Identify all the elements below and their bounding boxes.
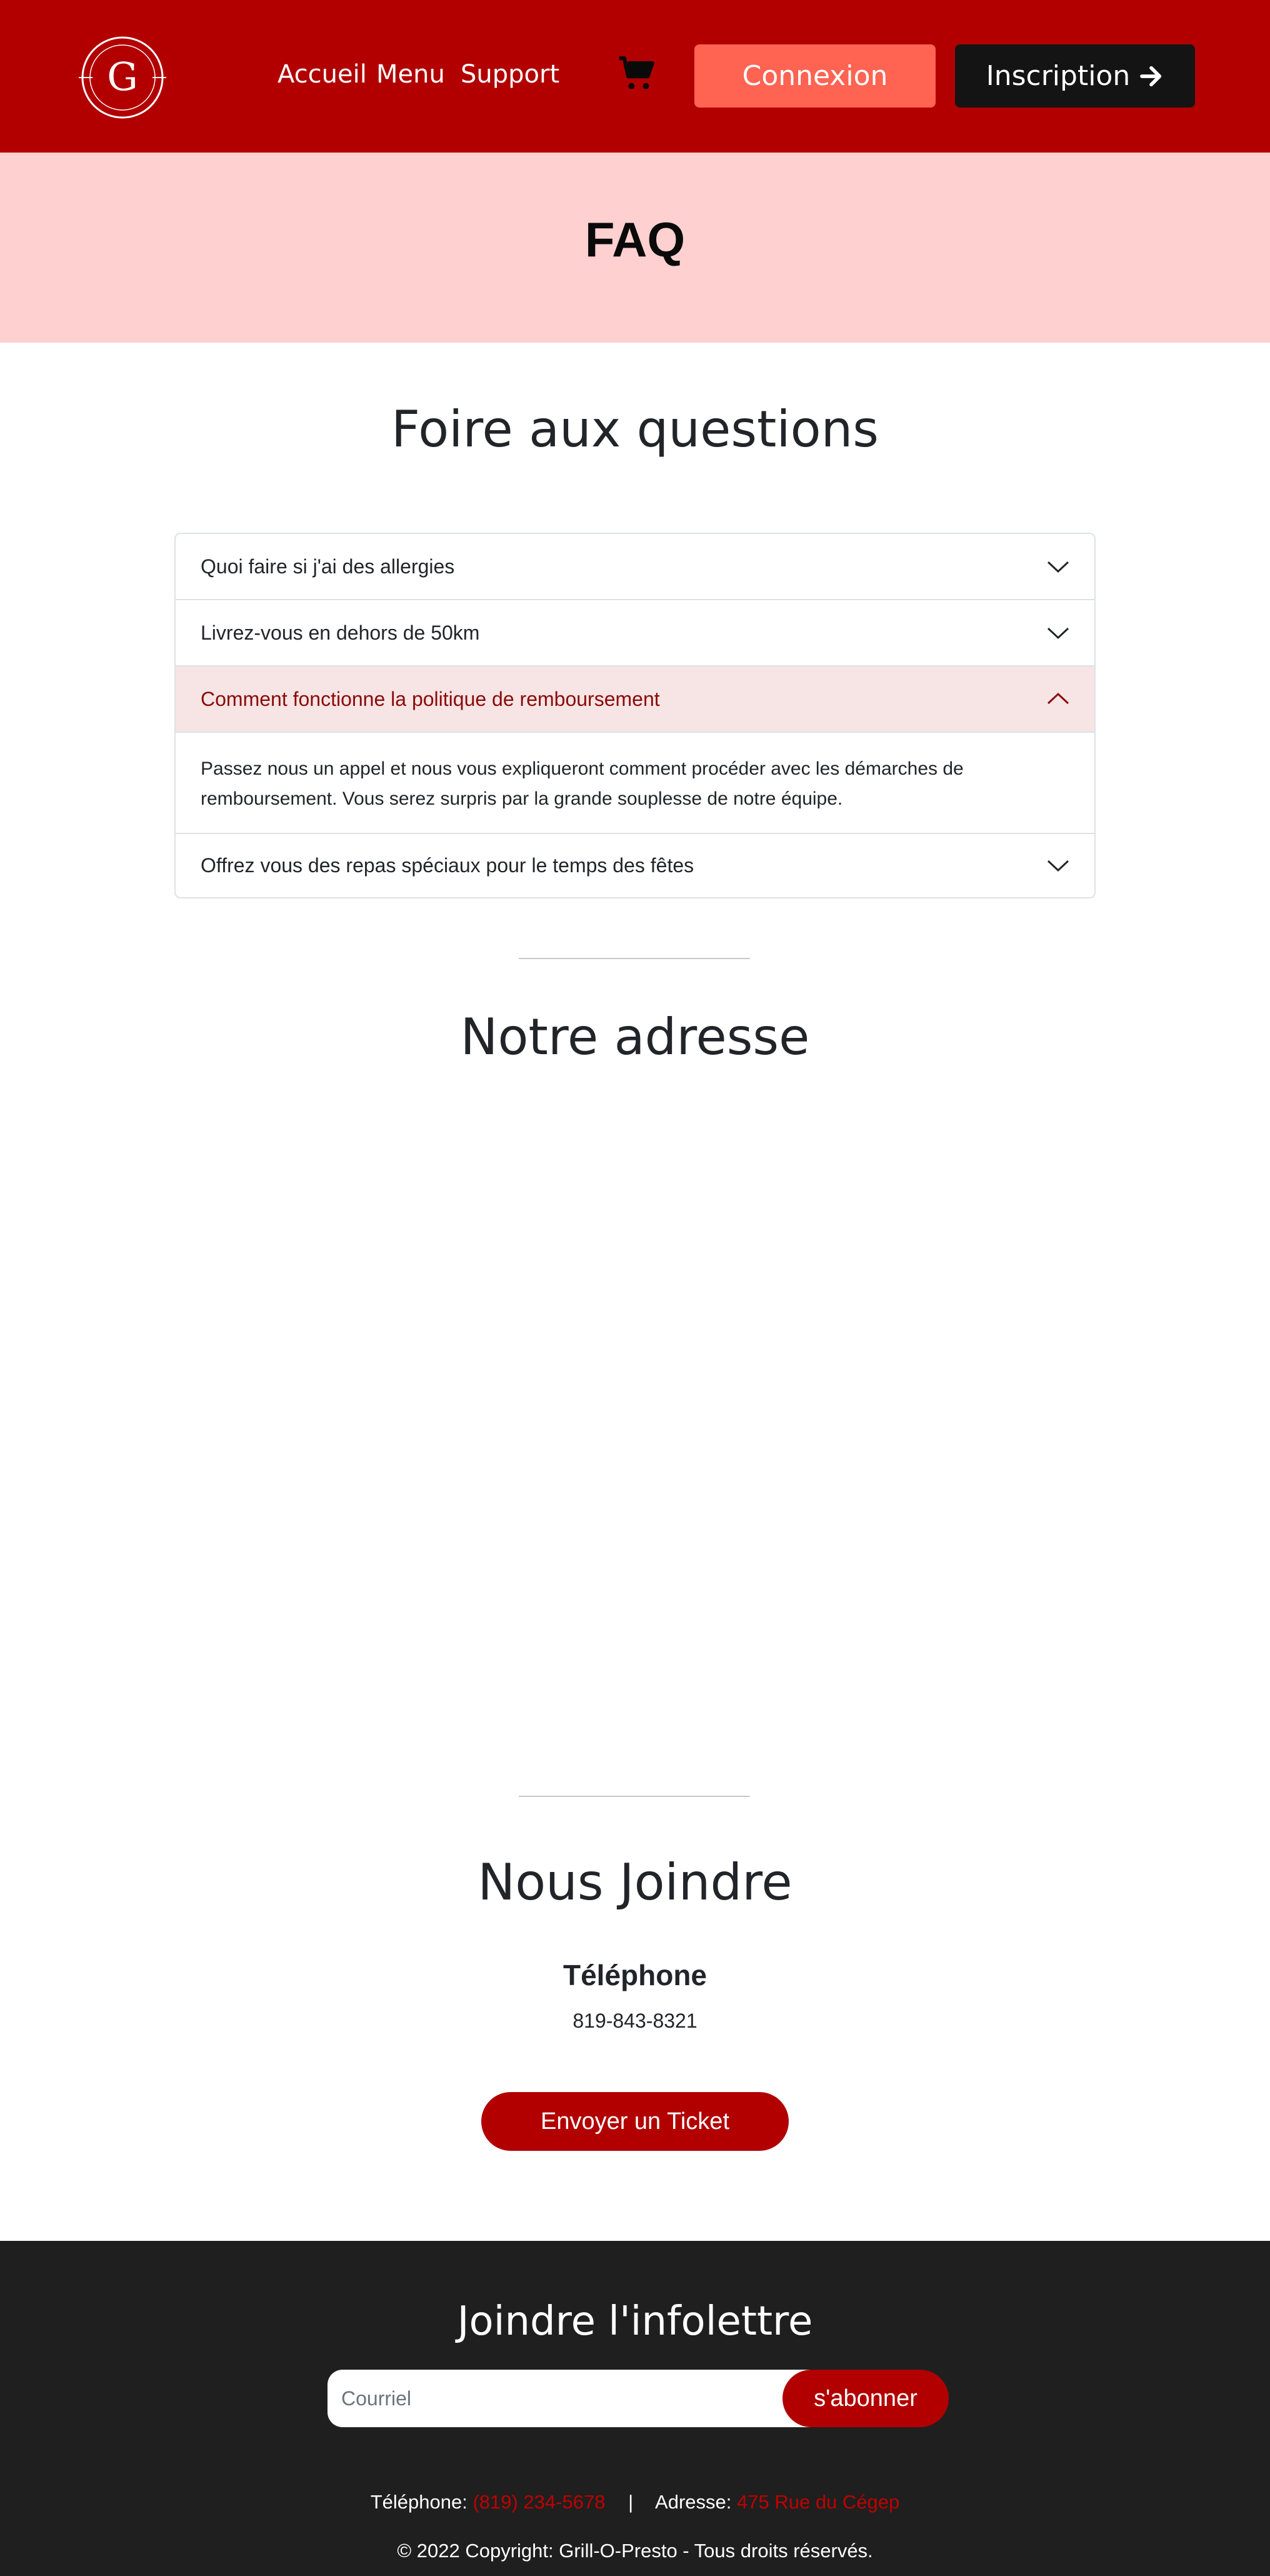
faq-question-label: Offrez vous des repas spéciaux pour le t…: [201, 853, 694, 877]
send-ticket-button[interactable]: Envoyer un Ticket: [481, 2092, 789, 2151]
footer-separator: |: [628, 2491, 634, 2513]
faq-question-label: Quoi faire si j'ai des allergies: [201, 555, 455, 578]
nav-menu[interactable]: Menu: [376, 60, 445, 89]
faq-item: Quoi faire si j'ai des allergies: [176, 534, 1094, 600]
nav-accueil[interactable]: Accueil: [278, 60, 367, 89]
faq-question-button[interactable]: Offrez vous des repas spéciaux pour le t…: [176, 833, 1094, 897]
signup-button-label: Inscription: [986, 60, 1131, 92]
login-button[interactable]: Connexion: [694, 44, 936, 108]
send-ticket-label: Envoyer un Ticket: [540, 2108, 730, 2135]
faq-item-expanded: Comment fonctionne la politique de rembo…: [176, 667, 1094, 834]
chevron-down-icon: [1047, 860, 1069, 872]
newsletter-title: Joindre l'infolettre: [457, 2298, 813, 2345]
footer-phone-link[interactable]: (819) 234-5678: [472, 2491, 605, 2513]
chevron-down-icon: [1047, 561, 1069, 573]
chevron-up-icon: [1047, 692, 1069, 705]
logo[interactable]: G: [79, 34, 166, 121]
faq-answer: Passez nous un appel et nous vous expliq…: [176, 732, 1094, 833]
phone-heading: Téléphone: [562, 1959, 708, 1991]
faq-banner: FAQ: [0, 153, 1270, 343]
faq-question-label: Livrez-vous en dehors de 50km: [201, 621, 480, 644]
arrow-right-icon: [1140, 66, 1162, 86]
subscribe-button[interactable]: s'abonner: [782, 2370, 949, 2427]
cart-icon[interactable]: [618, 55, 656, 94]
contact-section-title: Nous Joindre: [478, 1853, 792, 1911]
logo-letter: G: [107, 54, 138, 99]
map-embed[interactable]: [174, 1100, 1096, 1763]
chevron-down-icon: [1047, 627, 1069, 640]
email-input[interactable]: [328, 2370, 815, 2427]
footer-phone-label: Téléphone:: [370, 2491, 468, 2513]
faq-item: Livrez-vous en dehors de 50km: [176, 600, 1094, 667]
site-header: G Accueil Menu Support Connexion Inscrip…: [0, 0, 1270, 153]
signup-button[interactable]: Inscription: [955, 44, 1195, 108]
login-button-label: Connexion: [742, 60, 888, 92]
faq-accordion: Quoi faire si j'ai des allergies Livrez-…: [174, 533, 1096, 898]
section-divider: [519, 1796, 750, 1797]
faq-item: Offrez vous des repas spéciaux pour le t…: [176, 833, 1094, 897]
faq-question-button[interactable]: Livrez-vous en dehors de 50km: [176, 600, 1094, 665]
newsletter-form: s'abonner: [328, 2370, 949, 2427]
faq-question-button[interactable]: Comment fonctionne la politique de rembo…: [176, 667, 1094, 732]
page-title: FAQ: [584, 212, 686, 267]
section-divider: [519, 958, 750, 959]
site-footer: Joindre l'infolettre s'abonner Téléphone…: [0, 2241, 1270, 2576]
footer-contact-line: Téléphone: (819) 234-5678 | Adresse: 475…: [0, 2491, 1270, 2513]
footer-address-link[interactable]: 475 Rue du Cégep: [737, 2491, 899, 2513]
faq-question-label: Comment fonctionne la politique de rembo…: [201, 687, 660, 710]
footer-address-label: Adresse:: [655, 2491, 732, 2513]
address-section-title: Notre adresse: [460, 1008, 810, 1066]
nav-support[interactable]: Support: [461, 60, 559, 89]
faq-section-title: Foire aux questions: [391, 400, 879, 458]
phone-number: 819-843-8321: [572, 2010, 698, 2032]
faq-question-button[interactable]: Quoi faire si j'ai des allergies: [176, 534, 1094, 599]
subscribe-label: s'abonner: [814, 2385, 918, 2412]
copyright: © 2022 Copyright: Grill-O-Presto - Tous …: [397, 2540, 873, 2562]
